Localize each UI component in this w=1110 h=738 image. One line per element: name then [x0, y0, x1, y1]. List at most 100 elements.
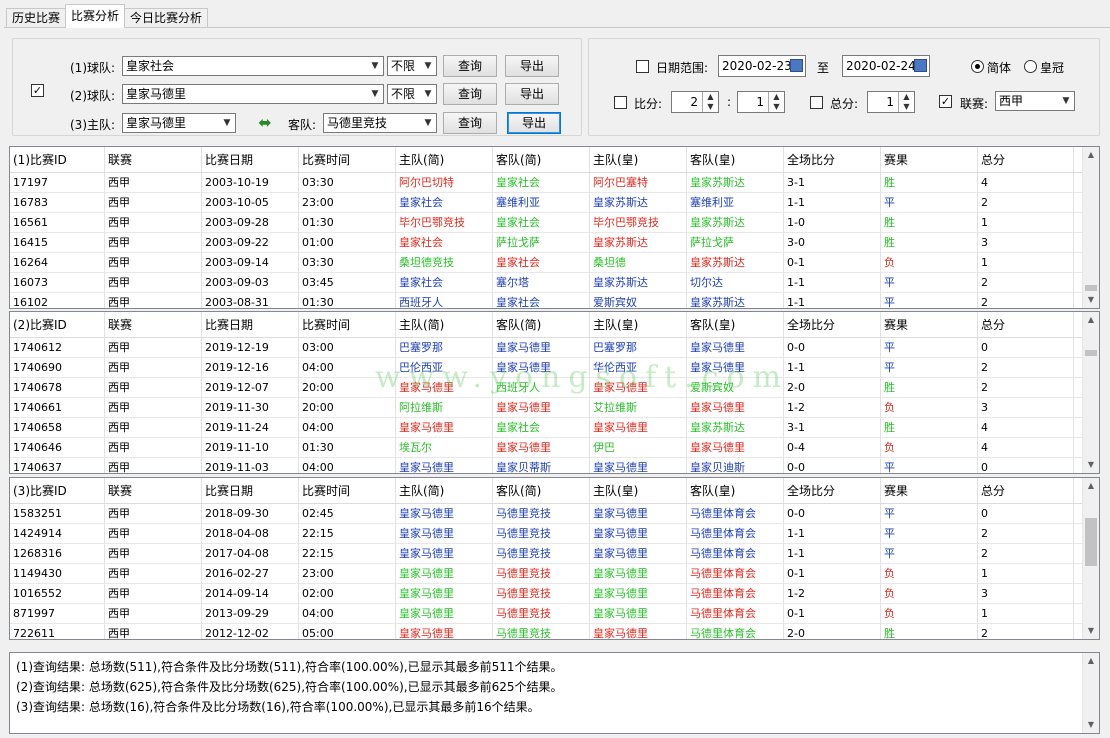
column-header-match-id[interactable]: (1)比赛ID [10, 147, 105, 172]
column-header-result[interactable]: 赛果 [881, 147, 978, 172]
column-header-match-date[interactable]: 比赛日期 [202, 147, 299, 172]
table-row[interactable]: 871997 西甲 2013-09-29 04:00 皇家马德里 马德里竞技 皇家马德里 马德… [10, 604, 1099, 624]
column-header-total-score[interactable]: 总分 [978, 478, 1074, 503]
table-row[interactable]: 1268316 西甲 2017-04-08 22:15 皇家马德里 马德里竞技 皇家马德里马… [10, 544, 1099, 564]
league-combo[interactable]: 西甲 ▼ [995, 91, 1075, 111]
column-header-full-score[interactable]: 全场比分 [784, 478, 881, 503]
scroll-up-icon[interactable]: ▲ [1083, 478, 1099, 494]
scroll-down-icon[interactable]: ▼ [1083, 457, 1099, 473]
team1-combo[interactable]: 皇家社会 ▼ [122, 56, 384, 76]
column-header-result[interactable]: 赛果 [881, 478, 978, 503]
column-header-home-team-crown[interactable]: 主队(皇) [590, 147, 687, 172]
column-header-away-team-simp[interactable]: 客队(简) [493, 478, 590, 503]
table-row[interactable]: 16264 西甲 2003-09-14 03:30 桑坦德竞技 皇家社会 桑坦德 皇家苏斯达 0… [10, 253, 1099, 273]
home-team-combo[interactable]: 皇家马德里 ▼ [122, 113, 236, 133]
column-header-home-team-crown[interactable]: 主队(皇) [590, 312, 687, 337]
column-header-away-team-simp[interactable]: 客队(简) [493, 147, 590, 172]
column-header-match-time[interactable]: 比赛时间 [299, 147, 396, 172]
table-row[interactable]: 16102 西甲 2003-08-31 01:30 西班牙人 皇家社会 爱斯宾奴 皇家苏斯达 1… [10, 293, 1099, 308]
table-row[interactable]: 16561 西甲 2003-09-28 01:30 毕尔巴鄂竞技 皇家社会 毕尔巴鄂竞技 皇家… [10, 213, 1099, 233]
score-away-spinner[interactable]: 1 ▲ ▼ [737, 91, 785, 113]
date-from-picker[interactable]: 2020-02-23 [718, 55, 806, 77]
scroll-up-icon[interactable]: ▲ [1083, 147, 1099, 163]
result-scrollbar[interactable]: ▲ ▼ [1082, 653, 1099, 733]
grid-1-scrollbar[interactable]: ▲ ▼ [1082, 147, 1099, 308]
column-header-full-score[interactable]: 全场比分 [784, 147, 881, 172]
column-header-league[interactable]: 联赛 [105, 147, 202, 172]
league-checkbox[interactable]: ✓ [939, 95, 952, 108]
simplified-radio[interactable] [971, 60, 984, 73]
away-team-combo[interactable]: 马德里竞技 ▼ [323, 113, 437, 133]
spinner-arrows-icon[interactable]: ▲ ▼ [702, 92, 718, 112]
table-row[interactable]: 1740690 西甲 2019-12-16 04:00 巴伦西亚 皇家马德里 华伦西亚 皇家马… [10, 358, 1099, 378]
column-header-home-team-simp[interactable]: 主队(简) [396, 147, 493, 172]
score-checkbox[interactable] [614, 96, 627, 109]
column-header-total-score[interactable]: 总分 [978, 312, 1074, 337]
table-row[interactable]: 1740661 西甲 2019-11-30 20:00 阿拉维斯 皇家马德里 艾拉维斯 皇家马… [10, 398, 1099, 418]
team2-limit-combo[interactable]: 不限 ▼ [387, 84, 437, 104]
column-header-away-team-crown[interactable]: 客队(皇) [687, 312, 784, 337]
column-header-home-team-crown[interactable]: 主队(皇) [590, 478, 687, 503]
table-row[interactable]: 1424914 西甲 2018-04-08 22:15 皇家马德里 马德里竞技 皇家马德里马… [10, 524, 1099, 544]
result-summary-box[interactable]: (1)查询结果: 总场数(511),符合条件及比分场数(511),符合率(100… [9, 652, 1100, 734]
match-query-button[interactable]: 查询 [443, 112, 497, 134]
column-header-match-time[interactable]: 比赛时间 [299, 312, 396, 337]
scroll-down-icon[interactable]: ▼ [1083, 717, 1099, 733]
column-header-full-score[interactable]: 全场比分 [784, 312, 881, 337]
match-export-button[interactable]: 导出 [507, 112, 561, 134]
scroll-thumb[interactable] [1085, 350, 1097, 356]
tab-match-analysis[interactable]: 比赛分析 [65, 4, 126, 28]
table-row[interactable]: 1740658 西甲 2019-11-24 04:00 皇家马德里 皇家社会 皇家马德里 皇家… [10, 418, 1099, 438]
column-header-league[interactable]: 联赛 [105, 312, 202, 337]
column-header-home-team-simp[interactable]: 主队(简) [396, 478, 493, 503]
results-grid-1[interactable]: (1)比赛ID 联赛 比赛日期 比赛时间 主队(简) 客队(简) 主队(皇) 客队(皇) 全场比… [9, 146, 1100, 309]
team1-export-button[interactable]: 导出 [505, 55, 559, 77]
score-home-spinner[interactable]: 2 ▲ ▼ [671, 91, 719, 113]
scroll-down-icon[interactable]: ▼ [1083, 292, 1099, 308]
total-spinner[interactable]: 1 ▲ ▼ [867, 91, 915, 113]
scroll-thumb[interactable] [1085, 285, 1097, 291]
date-to-picker[interactable]: 2020-02-24 [842, 55, 930, 77]
table-row[interactable]: 1583251 西甲 2018-09-30 02:45 皇家马德里 马德里竞技 皇家马德里马… [10, 504, 1099, 524]
table-row[interactable]: 1740612 西甲 2019-12-19 03:00 巴塞罗那 皇家马德里 巴塞罗那 皇家马… [10, 338, 1099, 358]
column-header-match-date[interactable]: 比赛日期 [202, 312, 299, 337]
team1-query-button[interactable]: 查询 [443, 55, 497, 77]
date-range-checkbox[interactable] [636, 60, 649, 73]
scroll-down-icon[interactable]: ▼ [1083, 623, 1099, 639]
spinner-arrows-icon[interactable]: ▲ ▼ [768, 92, 784, 112]
spinner-arrows-icon[interactable]: ▲ ▼ [898, 92, 914, 112]
column-header-away-team-crown[interactable]: 客队(皇) [687, 147, 784, 172]
table-row[interactable]: 1016552 西甲 2014-09-14 02:00 皇家马德里 马德里竞技 皇家马德里马… [10, 584, 1099, 604]
team2-query-button[interactable]: 查询 [443, 83, 497, 105]
table-row[interactable]: 722611 西甲 2012-12-02 05:00 皇家马德里 马德里竞技 皇家马德里 马德… [10, 624, 1099, 639]
team2-export-button[interactable]: 导出 [505, 83, 559, 105]
scroll-up-icon[interactable]: ▲ [1083, 312, 1099, 328]
column-header-away-team-simp[interactable]: 客队(简) [493, 312, 590, 337]
swap-teams-icon[interactable]: ⬌ [254, 115, 276, 133]
results-grid-3[interactable]: (3)比赛ID 联赛 比赛日期 比赛时间 主队(简) 客队(简) 主队(皇) 客队(皇) 全场比… [9, 477, 1100, 640]
column-header-away-team-crown[interactable]: 客队(皇) [687, 478, 784, 503]
column-header-total-score[interactable]: 总分 [978, 147, 1074, 172]
table-row[interactable]: 16073 西甲 2003-09-03 03:45 皇家社会 塞尔塔 皇家苏斯达 切尔达 1-1… [10, 273, 1099, 293]
table-row[interactable]: 1740646 西甲 2019-11-10 01:30 埃瓦尔 皇家马德里 伊巴 皇家马德里 0… [10, 438, 1099, 458]
column-header-match-time[interactable]: 比赛时间 [299, 478, 396, 503]
tab-history[interactable]: 历史比赛 [6, 8, 67, 28]
column-header-home-team-simp[interactable]: 主队(简) [396, 312, 493, 337]
query-enable-checkbox[interactable]: ✓ [31, 84, 44, 97]
scroll-up-icon[interactable]: ▲ [1083, 653, 1099, 669]
table-row[interactable]: 1149430 西甲 2016-02-27 23:00 皇家马德里 马德里竞技 皇家马德里马… [10, 564, 1099, 584]
column-header-match-date[interactable]: 比赛日期 [202, 478, 299, 503]
column-header-match-id[interactable]: (2)比赛ID [10, 312, 105, 337]
results-grid-2[interactable]: (2)比赛ID 联赛 比赛日期 比赛时间 主队(简) 客队(简) 主队(皇) 客队(皇) 全场比… [9, 311, 1100, 474]
tab-today-analysis[interactable]: 今日比赛分析 [124, 8, 209, 28]
team1-limit-combo[interactable]: 不限 ▼ [387, 56, 437, 76]
team2-combo[interactable]: 皇家马德里 ▼ [122, 84, 384, 104]
column-header-result[interactable]: 赛果 [881, 312, 978, 337]
traditional-radio[interactable] [1024, 60, 1037, 73]
table-row[interactable]: 16783 西甲 2003-10-05 23:00 皇家社会 塞维利亚 皇家苏斯达 塞维利亚 1… [10, 193, 1099, 213]
table-row[interactable]: 1740678 西甲 2019-12-07 20:00 皇家马德里 西班牙人 皇家马德里 爱斯… [10, 378, 1099, 398]
column-header-match-id[interactable]: (3)比赛ID [10, 478, 105, 503]
total-checkbox[interactable] [810, 96, 823, 109]
table-row[interactable]: 16415 西甲 2003-09-22 01:00 皇家社会 萨拉戈萨 皇家苏斯达 萨拉戈萨 3… [10, 233, 1099, 253]
table-row[interactable]: 1740637 西甲 2019-11-03 04:00 皇家马德里 皇家贝蒂斯 皇家马德里皇… [10, 458, 1099, 473]
